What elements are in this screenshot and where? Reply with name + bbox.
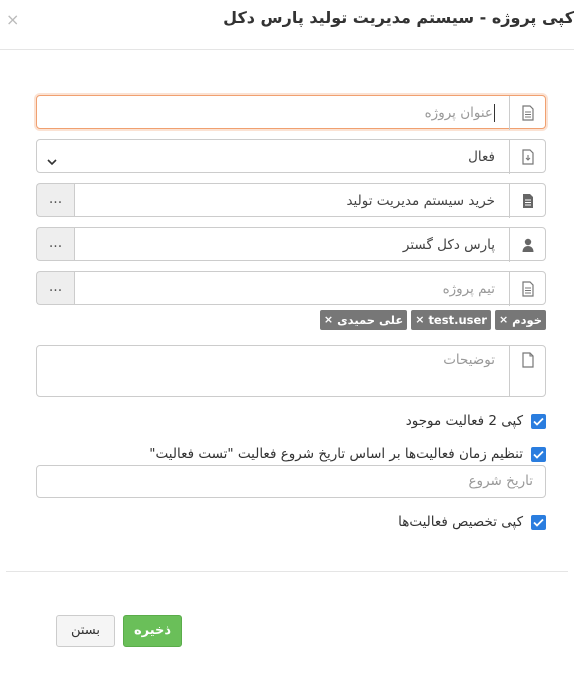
- tag-remove-icon[interactable]: ×: [324, 310, 333, 330]
- adjust-times-row: تنظیم زمان فعالیت‌ها بر اساس تاریخ شروع …: [149, 445, 546, 463]
- check-icon: [533, 518, 544, 527]
- start-date-placeholder: تاریخ شروع: [468, 473, 534, 489]
- product-field: ... خرید سیستم مدیریت تولید: [36, 183, 546, 218]
- status-field: فعال: [36, 139, 546, 174]
- document-icon: [509, 272, 545, 306]
- status-selected-value: فعال: [468, 149, 495, 165]
- copy-activities-row: کپی 2 فعالیت موجود: [406, 412, 546, 430]
- product-value: خرید سیستم مدیریت تولید: [346, 193, 495, 209]
- product-input[interactable]: خرید سیستم مدیریت تولید: [74, 183, 546, 218]
- status-file-icon: [509, 140, 545, 174]
- start-date-input[interactable]: تاریخ شروع: [36, 465, 546, 498]
- adjust-times-checkbox[interactable]: [531, 446, 546, 462]
- copy-assignments-row: کپی تخصیص فعالیت‌ها: [398, 513, 546, 531]
- tag-remove-icon[interactable]: ×: [415, 310, 424, 330]
- user-icon: [509, 228, 545, 262]
- project-title-field: عنوان پروژه: [36, 95, 546, 130]
- copy-activities-checkbox[interactable]: [531, 413, 546, 429]
- team-input[interactable]: تیم پروژه: [74, 271, 546, 306]
- copy-activities-label: کپی 2 فعالیت موجود: [405, 413, 523, 429]
- manager-input[interactable]: پارس دکل گستر: [74, 227, 546, 262]
- adjust-times-label: تنظیم زمان فعالیت‌ها بر اساس تاریخ شروع …: [149, 446, 523, 462]
- manager-field: ... پارس دکل گستر: [36, 227, 546, 262]
- file-icon: [509, 346, 545, 396]
- tag-label: خودم: [512, 313, 542, 327]
- copy-assignments-label: کپی تخصیص فعالیت‌ها: [398, 514, 523, 530]
- description-textarea[interactable]: توضیحات: [36, 345, 546, 397]
- project-title-placeholder: عنوان پروژه: [424, 105, 493, 121]
- close-icon[interactable]: ×: [6, 10, 19, 29]
- product-browse-button[interactable]: ...: [36, 183, 74, 217]
- text-caret: [494, 104, 495, 122]
- footer-divider: [6, 571, 568, 572]
- description-placeholder: توضیحات: [443, 352, 495, 368]
- manager-value: پارس دکل گستر: [402, 237, 495, 253]
- team-placeholder: تیم پروژه: [442, 281, 495, 297]
- team-tag: × خودم: [494, 310, 546, 330]
- tag-label: علی حمیدی: [337, 313, 404, 327]
- document-icon: [509, 184, 545, 218]
- save-button[interactable]: ذخیره: [123, 615, 182, 647]
- modal-title: کپی پروژه - سیستم مدیریت تولید پارس دکل: [223, 8, 574, 27]
- modal-header: کپی پروژه - سیستم مدیریت تولید پارس دکل …: [0, 0, 574, 50]
- chevron-down-icon: [47, 151, 57, 170]
- copy-assignments-checkbox[interactable]: [531, 514, 546, 530]
- document-icon: [509, 96, 545, 130]
- team-tag: × علی حمیدی: [319, 310, 408, 330]
- team-field: ... تیم پروژه: [36, 271, 546, 306]
- check-icon: [533, 450, 544, 459]
- tag-label: test.user: [428, 313, 487, 327]
- manager-browse-button[interactable]: ...: [36, 227, 74, 261]
- tag-remove-icon[interactable]: ×: [499, 310, 508, 330]
- project-title-input[interactable]: عنوان پروژه: [36, 95, 546, 130]
- close-button[interactable]: بستن: [56, 615, 115, 647]
- status-select[interactable]: فعال: [36, 139, 546, 174]
- team-tags: × خودم × test.user × علی حمیدی: [319, 310, 546, 330]
- check-icon: [533, 417, 544, 426]
- team-browse-button[interactable]: ...: [36, 271, 74, 305]
- team-tag: × test.user: [411, 310, 491, 330]
